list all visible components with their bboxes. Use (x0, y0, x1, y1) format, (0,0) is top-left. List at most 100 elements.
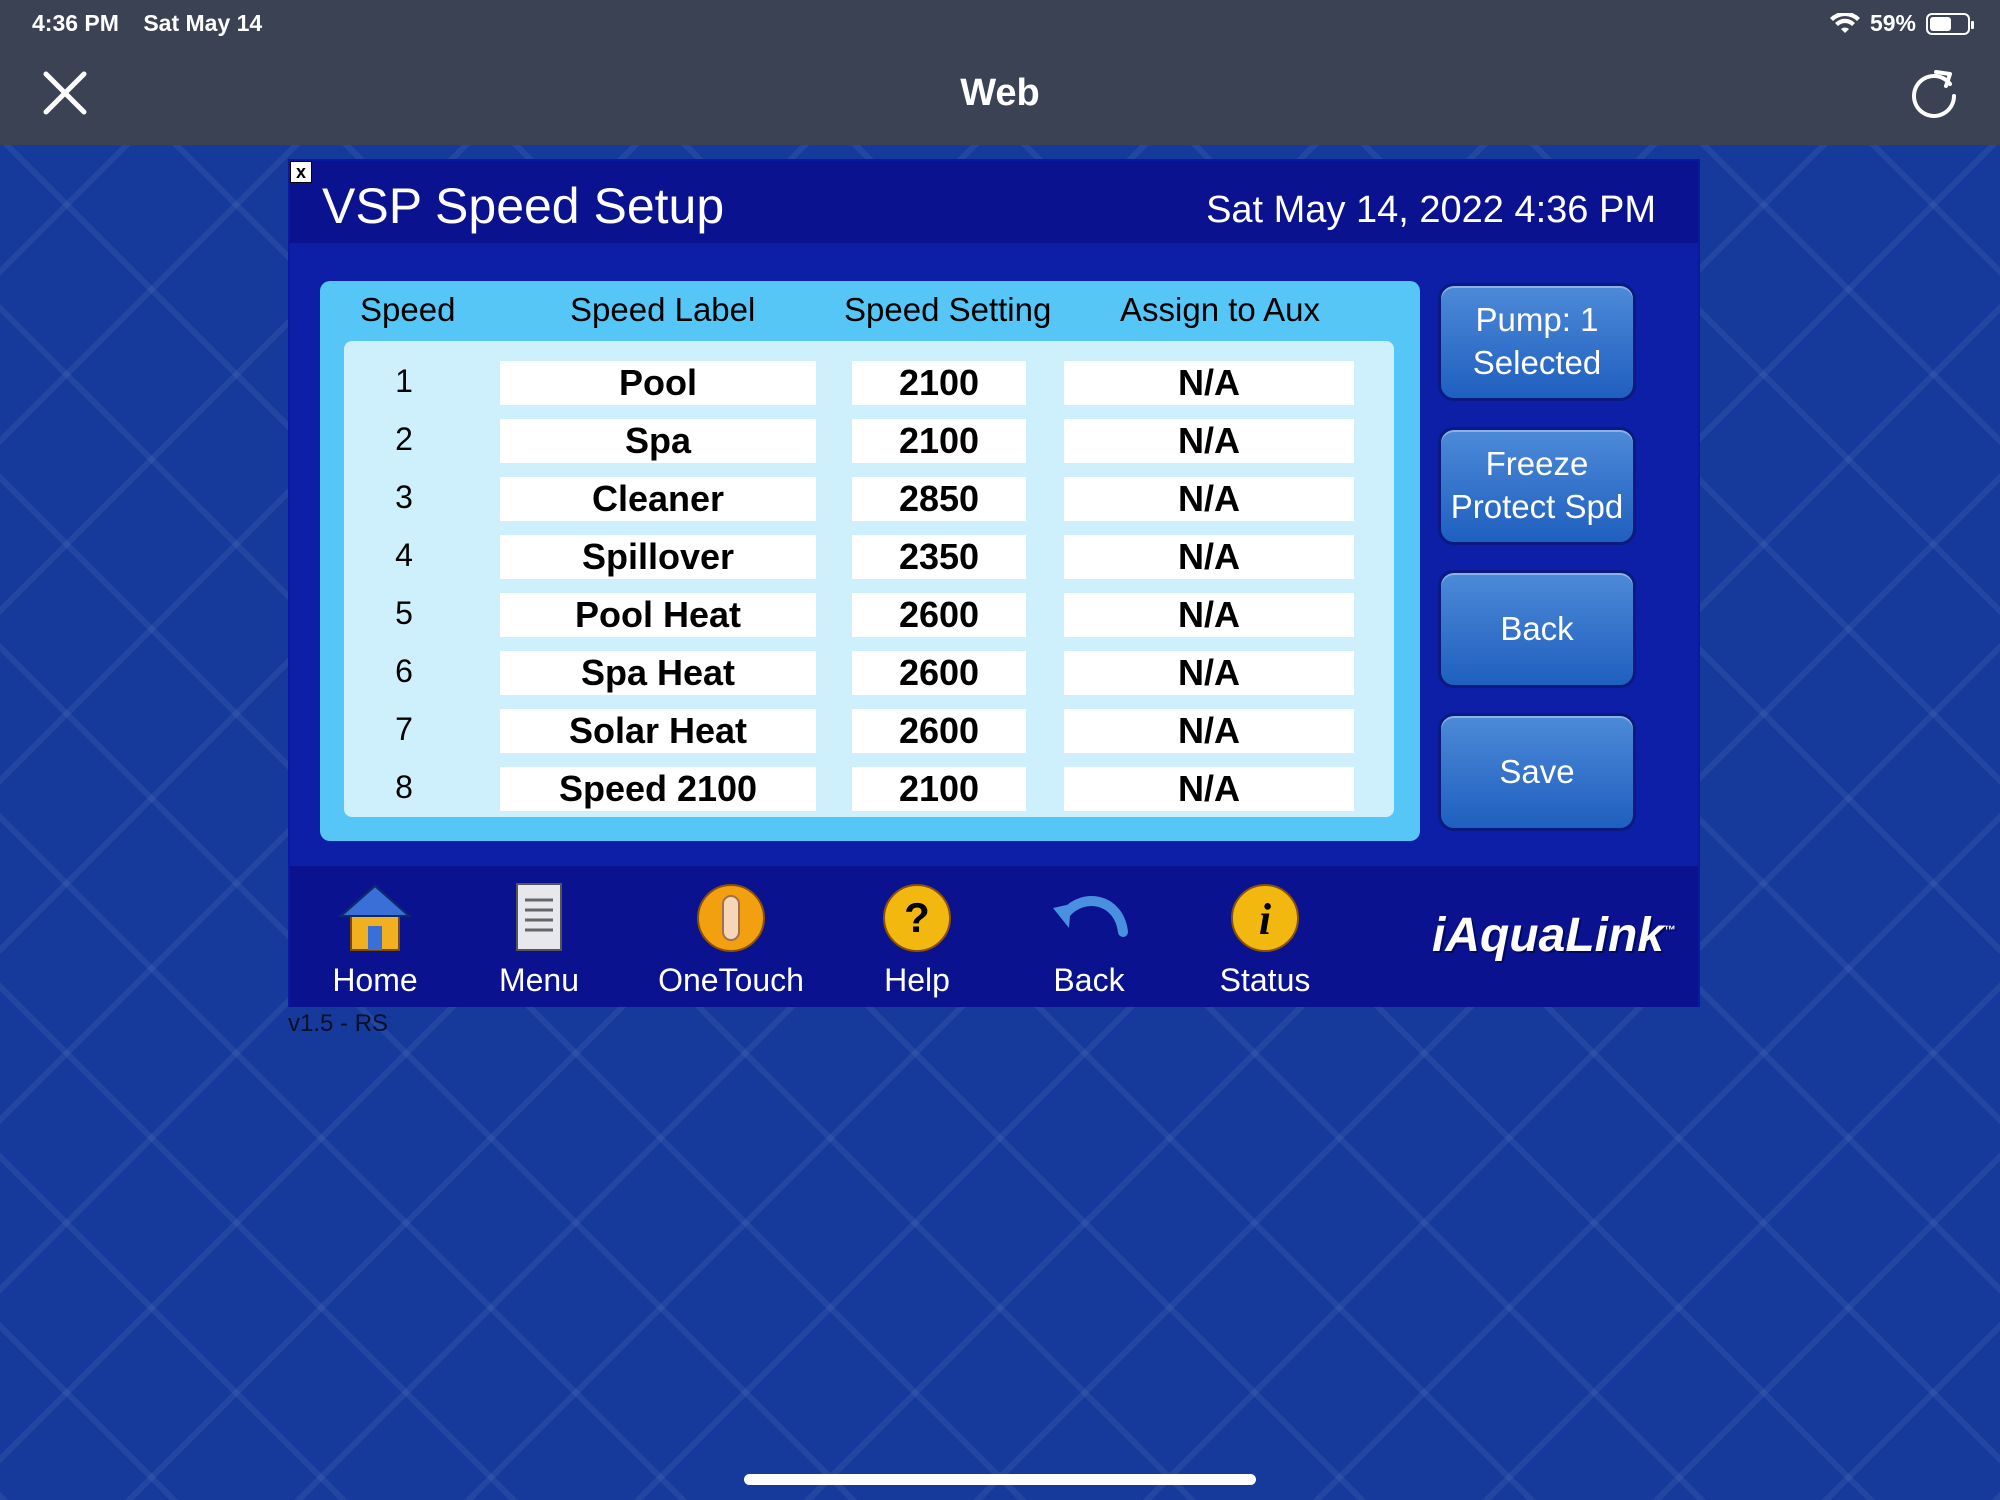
nav-help[interactable]: ? Help (832, 878, 1002, 1003)
speed-number: 3 (395, 479, 413, 515)
battery-level (1930, 16, 1952, 31)
assign-aux-field[interactable]: N/A (1064, 593, 1354, 637)
assign-aux-field[interactable]: N/A (1064, 477, 1354, 521)
iaqualink-logo: iAquaLink™ (1432, 908, 1676, 963)
table-row: 1 Pool 2100 N/A (344, 357, 1394, 405)
browser-topbar: 4:36 PM Sat May 14 59% Web (0, 0, 2000, 145)
nav-status[interactable]: i Status (1180, 878, 1350, 1003)
table-row: 6 Spa Heat 2600 N/A (344, 647, 1394, 695)
wifi-icon (1829, 12, 1860, 33)
speed-setting-field[interactable]: 2850 (852, 477, 1026, 521)
pump-selected-label: Pump: 1 Selected (1473, 299, 1601, 385)
speed-number: 2 (395, 421, 413, 457)
nav-back[interactable]: Back (1004, 878, 1174, 1003)
table-row: 2 Spa 2100 N/A (344, 415, 1394, 463)
version-label: v1.5 - RS (288, 1010, 389, 1037)
speed-number: 7 (395, 711, 413, 747)
brand-name: iAquaLink (1431, 909, 1664, 962)
speed-label-field[interactable]: Cleaner (500, 477, 816, 521)
battery-percent: 59% (1869, 10, 1916, 36)
speed-setting-field[interactable]: 2350 (852, 535, 1026, 579)
nav-status-label: Status (1219, 962, 1311, 998)
freeze-line1: Freeze (1485, 445, 1589, 483)
assign-aux-field[interactable]: N/A (1064, 651, 1354, 695)
panel-header: x VSP Speed Setup Sat May 14, 2022 4:36 … (290, 161, 1698, 243)
speed-label-field[interactable]: Spa (500, 419, 816, 463)
pump-line2: Selected (1472, 344, 1602, 381)
speed-setting-field[interactable]: 2600 (852, 709, 1026, 753)
nav-home-label: Home (332, 962, 418, 998)
table-row: 5 Pool Heat 2600 N/A (344, 589, 1394, 637)
assign-aux-field[interactable]: N/A (1064, 361, 1354, 405)
back-arrow-icon (1053, 896, 1128, 937)
back-button-label: Back (1500, 609, 1574, 647)
speed-label-field[interactable]: Speed 2100 (500, 767, 816, 811)
onetouch-icon (697, 884, 765, 952)
svg-text:i: i (1259, 895, 1272, 944)
status-date: Sat May 14 (143, 10, 263, 36)
speed-label-field[interactable]: Pool Heat (500, 593, 816, 637)
column-header-assign-aux: Assign to Aux (1120, 291, 1320, 328)
nav-home[interactable]: Home (290, 878, 460, 1003)
save-button[interactable]: Save (1438, 713, 1636, 831)
table-row: 4 Spillover 2350 N/A (344, 531, 1394, 579)
nav-menu-label: Menu (498, 962, 580, 998)
panel-datetime: Sat May 14, 2022 4:36 PM (1206, 189, 1656, 231)
reload-icon[interactable] (1906, 64, 1962, 120)
speed-setting-field[interactable]: 2100 (852, 361, 1026, 405)
pump-selected-button[interactable]: Pump: 1 Selected (1438, 283, 1636, 401)
nav-onetouch[interactable]: OneTouch (646, 878, 816, 1003)
freeze-line2: Protect Spd (1450, 488, 1624, 525)
page-title: VSP Speed Setup (322, 178, 725, 234)
vsp-setup-panel: x VSP Speed Setup Sat May 14, 2022 4:36 … (288, 159, 1700, 1007)
help-icon: ? (883, 884, 951, 952)
speed-table-body: 1 Pool 2100 N/A 2 Spa 2100 N/A 3 Cleaner… (344, 341, 1394, 817)
svg-text:?: ? (904, 894, 930, 941)
speed-number: 8 (395, 769, 413, 805)
brand-trademark: ™ (1664, 923, 1676, 937)
home-indicator[interactable] (744, 1474, 1256, 1485)
speed-setting-field[interactable]: 2600 (852, 593, 1026, 637)
speed-number: 1 (395, 363, 413, 399)
assign-aux-field[interactable]: N/A (1064, 535, 1354, 579)
speed-number: 5 (395, 595, 413, 631)
speed-label-field[interactable]: Spa Heat (500, 651, 816, 695)
speed-setting-field[interactable]: 2600 (852, 651, 1026, 695)
nav-back-label: Back (1053, 962, 1125, 998)
nav-onetouch-label: OneTouch (658, 962, 804, 998)
nav-help-label: Help (884, 962, 950, 998)
freeze-protect-speed-button[interactable]: Freeze Protect Spd (1438, 427, 1636, 545)
speed-number: 6 (395, 653, 413, 689)
assign-aux-field[interactable]: N/A (1064, 419, 1354, 463)
speed-setting-field[interactable]: 2100 (852, 419, 1026, 463)
bottom-nav: Home Menu OneTouch ? Help Back i Status … (290, 866, 1698, 1007)
status-bar-right: 59% (1829, 10, 1974, 37)
panel-close-button[interactable]: x (290, 161, 312, 183)
speed-label-field[interactable]: Solar Heat (500, 709, 816, 753)
status-time: 4:36 PM (32, 10, 119, 36)
column-header-speed-label: Speed Label (570, 291, 756, 328)
web-title: Web (960, 72, 1040, 114)
table-row: 3 Cleaner 2850 N/A (344, 473, 1394, 521)
column-header-speed: Speed (360, 291, 456, 328)
info-icon: i (1231, 884, 1299, 952)
assign-aux-field[interactable]: N/A (1064, 709, 1354, 753)
speed-label-field[interactable]: Spillover (500, 535, 816, 579)
table-row: 8 Speed 2100 2100 N/A (344, 763, 1394, 811)
freeze-protect-label: Freeze Protect Spd (1451, 443, 1623, 529)
back-button[interactable]: Back (1438, 570, 1636, 688)
table-row: 7 Solar Heat 2600 N/A (344, 705, 1394, 753)
speed-table: Speed Speed Label Speed Setting Assign t… (320, 281, 1420, 841)
assign-aux-field[interactable]: N/A (1064, 767, 1354, 811)
speed-number: 4 (395, 537, 413, 573)
column-header-speed-setting: Speed Setting (844, 291, 1052, 328)
nav-menu[interactable]: Menu (454, 878, 624, 1003)
speed-setting-field[interactable]: 2100 (852, 767, 1026, 811)
speed-label-field[interactable]: Pool (500, 361, 816, 405)
menu-icon (516, 883, 562, 951)
battery-icon (1926, 12, 1974, 35)
status-bar-left: 4:36 PM Sat May 14 (32, 10, 262, 37)
home-icon (338, 884, 412, 951)
save-button-label: Save (1499, 752, 1575, 790)
pump-line1: Pump: 1 (1475, 301, 1599, 339)
